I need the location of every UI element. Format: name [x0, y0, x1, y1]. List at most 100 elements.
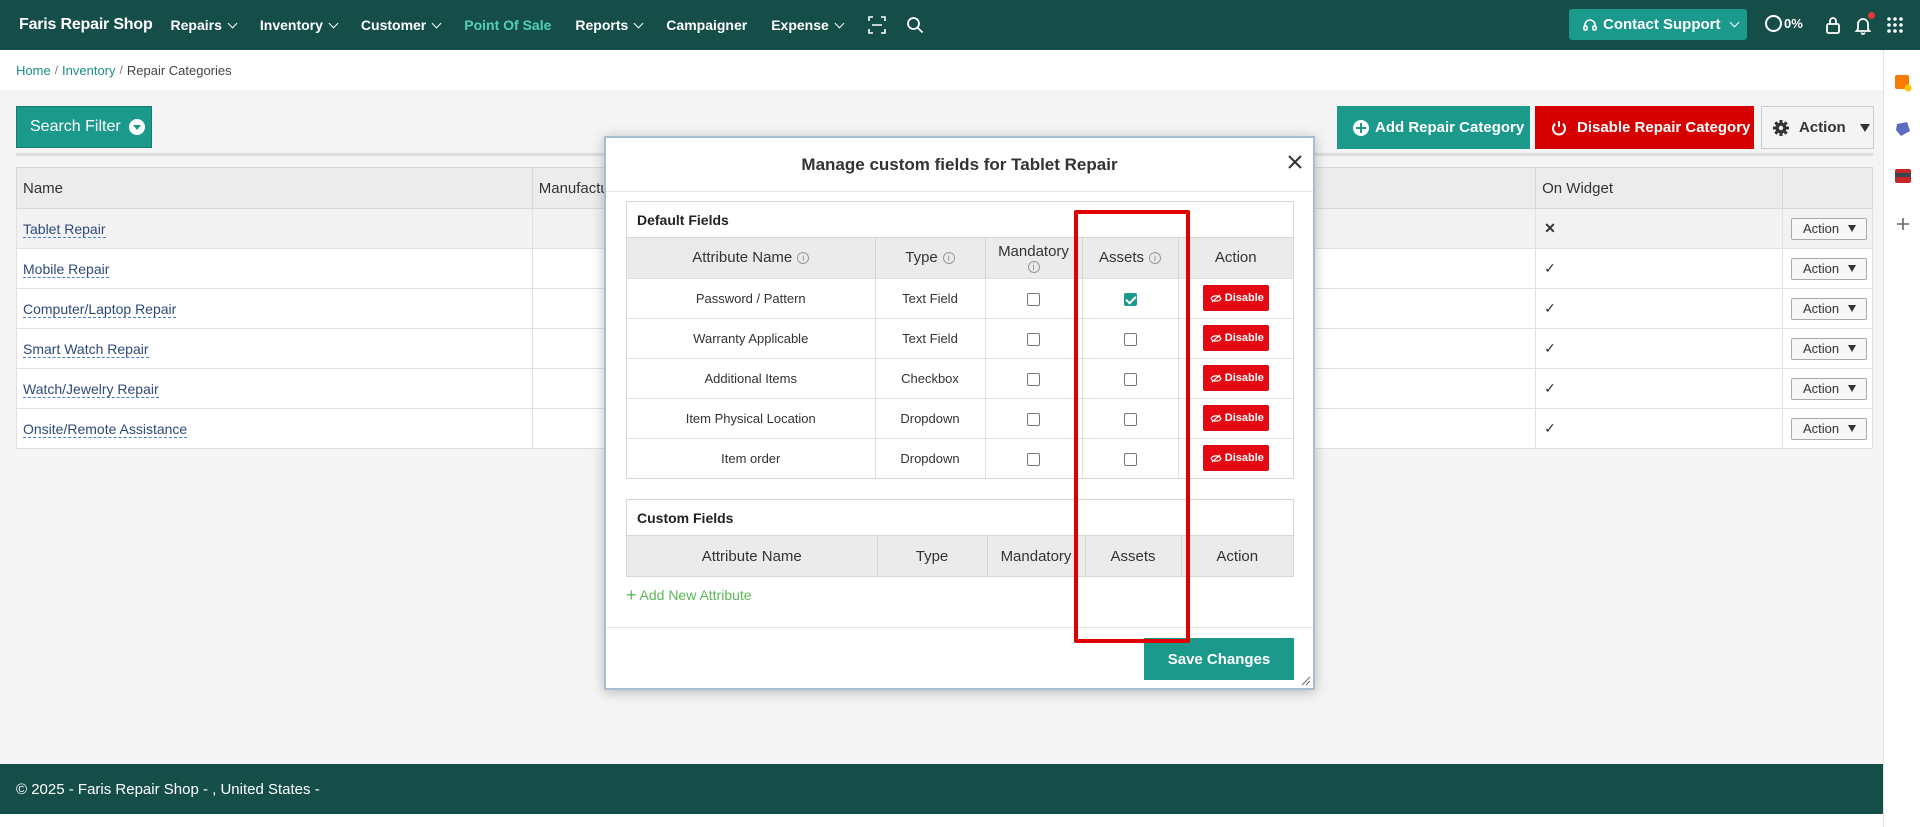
col-mandatory-header: Mandatory i [985, 238, 1083, 278]
field-type: Text Field [875, 317, 986, 358]
mandatory-checkbox[interactable] [1027, 412, 1040, 426]
search-filter-button[interactable]: Search Filter [16, 106, 152, 148]
mandatory-checkbox[interactable] [1027, 452, 1040, 466]
field-row: Item order Dropdown Disable [627, 437, 1293, 478]
disable-repair-category-button[interactable]: Disable Repair Category [1535, 106, 1754, 149]
nav-expense-label: Expense [771, 17, 829, 33]
field-type: Dropdown [875, 437, 986, 478]
row-action-button[interactable]: Action [1790, 257, 1867, 280]
default-fields-section: Default Fields Attribute Name i Type i Man… [626, 201, 1294, 479]
breadcrumb-home[interactable]: Home [16, 63, 51, 78]
category-name-link[interactable]: Smart Watch Repair [23, 340, 149, 358]
on-widget-cell: ✓ [1535, 248, 1783, 289]
mandatory-checkbox[interactable] [1027, 292, 1040, 306]
on-widget-cell: ✓ [1535, 328, 1783, 369]
nav-repairs[interactable]: Repairs [170, 17, 238, 33]
info-icon[interactable]: i [797, 252, 810, 265]
nav-customer-label: Customer [360, 17, 427, 33]
search-icon[interactable] [905, 15, 925, 35]
nav-campaigner[interactable]: Campaigner [666, 17, 747, 33]
on-widget-cell: ✓ [1535, 368, 1783, 409]
disable-field-button[interactable]: Disable [1202, 325, 1269, 351]
caret-down-icon [1848, 265, 1857, 272]
nav-reports[interactable]: Reports [575, 17, 644, 33]
apps-grid-icon[interactable] [1885, 15, 1905, 35]
row-action-button[interactable]: Action [1790, 217, 1867, 240]
chevron-down-icon [834, 18, 845, 28]
plus-circle-icon [1353, 119, 1369, 136]
toolbar-action-button[interactable]: Action [1761, 106, 1874, 149]
power-icon [1552, 120, 1566, 135]
custom-fields-heading: Custom Fields [627, 500, 1293, 536]
row-action-button[interactable]: Action [1790, 297, 1867, 320]
col-name-header[interactable]: Name [16, 167, 533, 209]
progress-indicator[interactable]: 0% [1765, 15, 1803, 32]
nav-reports-label: Reports [575, 17, 629, 33]
nav-expense[interactable]: Expense [771, 17, 845, 33]
breadcrumb-inventory[interactable]: Inventory [62, 63, 115, 78]
nav-repairs-label: Repairs [170, 17, 222, 33]
eye-slash-icon [1210, 374, 1222, 382]
row-action-label: Action [1802, 381, 1840, 396]
type-header-label: Type [905, 249, 938, 267]
lock-icon[interactable] [1823, 15, 1843, 35]
search-filter-label: Search Filter [30, 118, 121, 135]
resize-handle-icon[interactable] [1299, 674, 1311, 686]
plus-icon[interactable] [1894, 215, 1912, 233]
page-footer: © 2025 - Faris Repair Shop - , United St… [0, 764, 1883, 814]
barcode-scan-icon[interactable] [867, 15, 887, 35]
row-action-label: Action [1802, 421, 1840, 436]
breadcrumb-separator: / [119, 63, 123, 77]
sticky-note-icon[interactable] [1894, 74, 1912, 92]
nav-point-of-sale[interactable]: Point Of Sale [464, 17, 551, 33]
info-icon[interactable]: i [942, 252, 955, 265]
disable-label: Disable [1224, 372, 1264, 384]
col-action-header: Action [1181, 536, 1293, 576]
col-on-widget-header[interactable]: On Widget [1535, 167, 1783, 209]
on-widget-cell: ✓ [1535, 288, 1783, 329]
field-name: Warranty Applicable [627, 317, 876, 358]
disable-field-button[interactable]: Disable [1202, 285, 1269, 311]
add-repair-category-button[interactable]: Add Repair Category [1337, 106, 1530, 149]
category-name-link[interactable]: Mobile Repair [23, 260, 110, 278]
gem-icon[interactable] [1894, 120, 1912, 138]
save-changes-label: Save Changes [1167, 650, 1271, 668]
mandatory-checkbox[interactable] [1027, 372, 1040, 386]
col-mandatory-header: Mandatory [987, 536, 1086, 576]
row-action-button[interactable]: Action [1790, 377, 1867, 400]
row-action-label: Action [1802, 221, 1840, 236]
progress-value: 0% [1784, 16, 1803, 31]
nav-customer[interactable]: Customer [360, 17, 442, 33]
nav-inventory-label: Inventory [259, 17, 323, 33]
close-icon[interactable] [1285, 152, 1305, 172]
disable-field-button[interactable]: Disable [1202, 365, 1269, 391]
save-changes-button[interactable]: Save Changes [1144, 638, 1294, 680]
contact-support-label: Contact Support [1603, 16, 1721, 33]
contact-support-button[interactable]: Contact Support [1569, 9, 1747, 40]
category-name-link[interactable]: Watch/Jewelry Repair [23, 380, 159, 398]
wallet-icon[interactable] [1894, 167, 1912, 185]
category-name-link[interactable]: Computer/Laptop Repair [23, 300, 177, 318]
custom-fields-table: Attribute Name Type Mandatory Assets Act… [627, 536, 1293, 576]
chevron-down-icon [1729, 17, 1739, 28]
disable-label: Disable [1224, 412, 1264, 424]
mandatory-checkbox[interactable] [1027, 332, 1040, 346]
caret-down-icon [1848, 385, 1857, 392]
row-action-button[interactable]: Action [1790, 337, 1867, 360]
info-icon[interactable]: i [1027, 261, 1040, 274]
add-new-attribute-link[interactable]: + Add New Attribute [626, 586, 752, 604]
disable-field-button[interactable]: Disable [1202, 445, 1269, 472]
col-type-header: Type i [875, 238, 986, 278]
row-action-button[interactable]: Action [1790, 417, 1867, 440]
category-name-link[interactable]: Onsite/Remote Assistance [23, 420, 188, 438]
field-row: Warranty Applicable Text Field Disable [627, 317, 1293, 358]
category-name-link[interactable]: Tablet Repair [23, 220, 106, 238]
nav-inventory[interactable]: Inventory [259, 17, 339, 33]
disable-field-button[interactable]: Disable [1202, 405, 1269, 431]
mandatory-header-label: Mandatory [998, 243, 1069, 260]
brand-logo-text[interactable]: Faris Repair Shop [19, 16, 153, 34]
caret-down-icon [1859, 123, 1870, 132]
disable-label: Disable [1224, 452, 1264, 465]
manage-custom-fields-modal: Manage custom fields for Tablet Repair D… [604, 136, 1315, 690]
on-widget-cell: ✕ [1535, 208, 1783, 249]
